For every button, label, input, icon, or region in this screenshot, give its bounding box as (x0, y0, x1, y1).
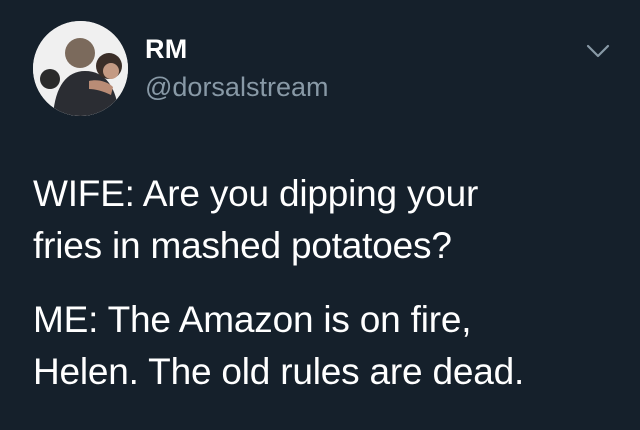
author-handle[interactable]: @dorsalstream (145, 71, 328, 103)
author-avatar[interactable] (33, 21, 128, 116)
tweet-card: RM @dorsalstream WIFE: Are you dipping y… (0, 0, 640, 430)
tweet-menu-button[interactable] (585, 42, 611, 60)
author-display-name[interactable]: RM (145, 33, 328, 65)
profile-photo-icon (33, 21, 128, 116)
author-info: RM @dorsalstream (145, 33, 328, 103)
tweet-text: WIFE: Are you dipping your fries in mash… (33, 168, 623, 398)
chevron-down-icon (586, 44, 610, 58)
tweet-paragraph: ME: The Amazon is on fire, Helen. The ol… (33, 299, 525, 392)
tweet-paragraph: WIFE: Are you dipping your fries in mash… (33, 173, 479, 266)
